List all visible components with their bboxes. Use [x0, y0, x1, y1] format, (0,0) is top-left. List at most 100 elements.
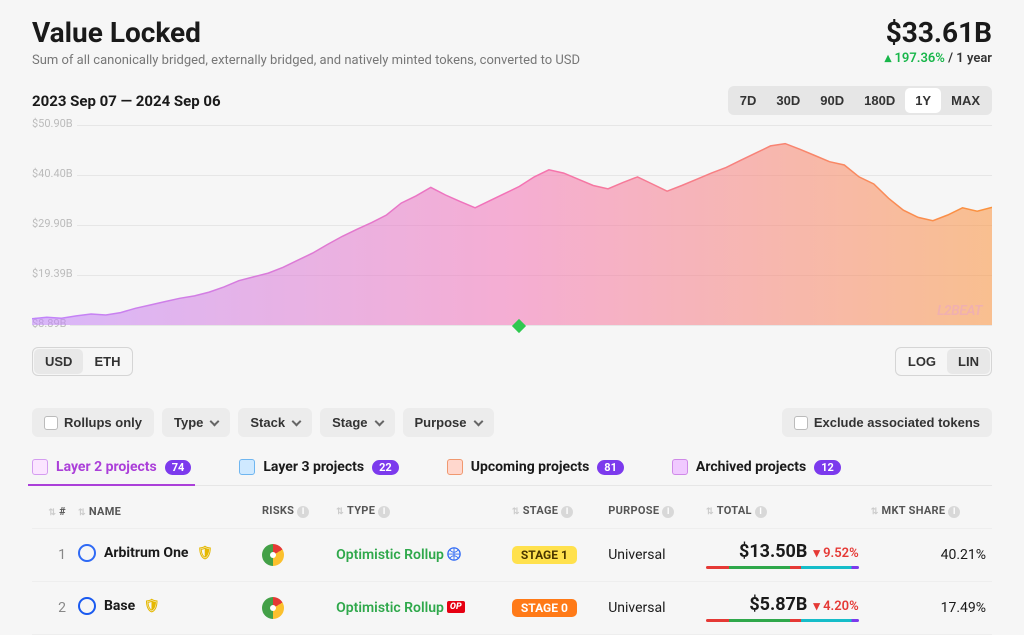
- mkt-share-cell: 17.49%: [865, 582, 992, 635]
- sort-icon: ⇅: [512, 507, 520, 517]
- filter-purpose[interactable]: Purpose: [403, 408, 494, 437]
- range-30d[interactable]: 30D: [766, 88, 810, 113]
- layer3-icon: [239, 459, 255, 475]
- tab-archived-count: 12: [814, 460, 841, 475]
- info-icon[interactable]: i: [297, 506, 309, 518]
- chevron-down-icon: [374, 417, 384, 427]
- tab-upcoming-label: Upcoming projects: [471, 459, 590, 475]
- sort-icon: ⇅: [48, 508, 56, 518]
- network-icon: [447, 547, 461, 561]
- scale-lin-button[interactable]: LIN: [947, 349, 990, 374]
- row-index: 1: [32, 529, 72, 582]
- chevron-down-icon: [292, 417, 302, 427]
- filter-rollups-only[interactable]: Rollups only: [32, 408, 154, 437]
- project-tabs: Layer 2 projects 74 Layer 3 projects 22 …: [32, 459, 992, 486]
- col-idx[interactable]: ⇅#: [32, 494, 72, 529]
- total-breakdown-bar: [706, 619, 859, 622]
- archived-icon: [672, 459, 688, 475]
- page-title: Value Locked: [32, 16, 580, 49]
- col-total[interactable]: ⇅TOTALi: [700, 494, 865, 529]
- tab-layer2[interactable]: Layer 2 projects 74: [32, 459, 191, 485]
- col-risks[interactable]: RISKSi: [256, 494, 330, 529]
- range-max[interactable]: MAX: [941, 88, 990, 113]
- layer2-icon: [32, 459, 48, 475]
- range-90d[interactable]: 90D: [810, 88, 854, 113]
- chart-svg: [32, 125, 992, 325]
- shield-icon: 🛡: [197, 546, 214, 561]
- page-subtitle: Sum of all canonically bridged, external…: [32, 53, 580, 68]
- info-icon[interactable]: i: [662, 506, 674, 518]
- checkbox-icon: [44, 416, 58, 430]
- unit-usd-button[interactable]: USD: [34, 349, 83, 374]
- filter-stack[interactable]: Stack: [238, 408, 312, 437]
- col-stage[interactable]: ⇅STAGEi: [506, 494, 602, 529]
- filter-exclude-associated[interactable]: Exclude associated tokens: [782, 408, 992, 437]
- tab-layer2-count: 74: [165, 460, 192, 475]
- scale-log-button[interactable]: LOG: [897, 349, 947, 374]
- total-breakdown-bar: [706, 566, 859, 569]
- project-name[interactable]: Base 🛡: [78, 597, 160, 615]
- mkt-share-cell: 40.21%: [865, 529, 992, 582]
- table-row[interactable]: 1 Arbitrum One 🛡 Optimistic Rollup STAGE 1 Un…: [32, 529, 992, 582]
- col-type[interactable]: ⇅TYPEi: [330, 494, 506, 529]
- info-icon[interactable]: i: [948, 506, 960, 518]
- total-delta: ▾ 9.52%: [813, 546, 858, 561]
- project-name[interactable]: Arbitrum One 🛡: [78, 544, 213, 562]
- shield-icon: 🛡: [143, 599, 160, 614]
- tvl-delta-line: ▴ 197.36% / 1 year: [885, 51, 992, 66]
- risk-pie-icon[interactable]: [262, 597, 284, 619]
- checkbox-icon: [794, 416, 808, 430]
- col-purpose[interactable]: PURPOSEi: [602, 494, 700, 529]
- info-icon[interactable]: i: [755, 506, 767, 518]
- project-name-label: Base: [104, 598, 135, 614]
- range-180d[interactable]: 180D: [854, 88, 905, 113]
- filter-stage-label: Stage: [332, 415, 367, 430]
- project-logo-icon: [78, 544, 96, 562]
- upcoming-icon: [447, 459, 463, 475]
- filter-rollups-only-label: Rollups only: [64, 415, 142, 430]
- filter-exclude-associated-label: Exclude associated tokens: [814, 415, 980, 430]
- tab-layer2-label: Layer 2 projects: [56, 459, 157, 475]
- col-mktshare[interactable]: ⇅MKT SHAREi: [865, 494, 992, 529]
- info-icon[interactable]: i: [561, 506, 573, 518]
- project-name-label: Arbitrum One: [104, 545, 189, 561]
- purpose-cell: Universal: [602, 582, 700, 635]
- unit-toggle: USD ETH: [32, 347, 133, 376]
- delta-arrow-icon: ▴: [885, 51, 892, 66]
- type-cell: Optimistic Rollup: [330, 529, 506, 582]
- range-1y[interactable]: 1Y: [905, 88, 941, 113]
- tab-upcoming-count: 81: [597, 460, 624, 475]
- range-7d[interactable]: 7D: [730, 88, 767, 113]
- sort-icon: ⇅: [871, 507, 879, 517]
- purpose-cell: Universal: [602, 529, 700, 582]
- filter-purpose-label: Purpose: [415, 415, 467, 430]
- tab-archived[interactable]: Archived projects 12: [672, 459, 841, 485]
- row-index: 2: [32, 582, 72, 635]
- tab-layer3[interactable]: Layer 3 projects 22: [239, 459, 398, 485]
- tab-upcoming[interactable]: Upcoming projects 81: [447, 459, 624, 485]
- tvl-period: / 1 year: [948, 51, 992, 66]
- filter-stage[interactable]: Stage: [320, 408, 394, 437]
- tab-layer3-label: Layer 3 projects: [263, 459, 364, 475]
- total-value: $13.50B: [739, 541, 807, 562]
- sort-icon: ⇅: [336, 507, 344, 517]
- scale-toggle: LOG LIN: [895, 347, 992, 376]
- tvl-delta: 197.36%: [894, 51, 944, 66]
- col-name[interactable]: ⇅NAME: [72, 494, 256, 529]
- range-selector: 7D 30D 90D 180D 1Y MAX: [728, 86, 992, 115]
- filter-stack-label: Stack: [250, 415, 285, 430]
- tab-layer3-count: 22: [372, 460, 399, 475]
- stage-badge: STAGE 1: [512, 546, 577, 564]
- projects-table: ⇅# ⇅NAME RISKSi ⇅TYPEi ⇅STAGEi PURPOSEi …: [32, 494, 992, 635]
- risk-pie-icon[interactable]: [262, 544, 284, 566]
- table-row[interactable]: 2Base🛡Optimistic RollupOPSTAGE 0Universa…: [32, 582, 992, 635]
- filter-type[interactable]: Type: [162, 408, 230, 437]
- unit-eth-button[interactable]: ETH: [83, 349, 131, 374]
- sort-icon: ⇅: [706, 507, 714, 517]
- tvl-chart[interactable]: $50.90B $40.40B $29.90B $19.39B $8.89B L…: [32, 125, 992, 325]
- filter-type-label: Type: [174, 415, 203, 430]
- project-logo-icon: [78, 597, 96, 615]
- tvl-value: $33.61B: [885, 16, 992, 49]
- total-delta: ▾ 4.20%: [813, 599, 858, 614]
- info-icon[interactable]: i: [378, 506, 390, 518]
